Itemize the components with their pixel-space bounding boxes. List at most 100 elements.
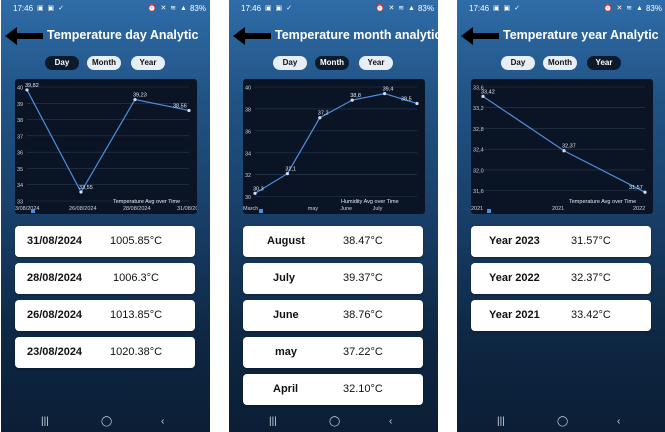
y-tick-label: 32,4 [473,148,484,154]
back-arrow-icon[interactable] [461,26,499,46]
card-label: June [273,309,299,321]
back-icon[interactable]: ‹ [617,416,620,427]
list-card[interactable]: August 38.47°C [243,226,423,257]
y-tick-label: 40 [245,86,251,92]
tab-day[interactable]: Day [501,56,535,70]
card-label: July [273,272,296,284]
y-tick-label: 33 [17,200,23,206]
back-icon[interactable]: ‹ [389,416,392,427]
list-card[interactable]: 31/08/2024 1005.85°C [15,226,195,257]
line-chart: 33 34 35 36 37 38 39 40 39,82 33,55 39,23 38,56 3/08… [15,79,197,214]
x-tick-label: 2021 [552,206,564,212]
page-title: Temperature day Analytic [47,28,199,42]
back-arrow-icon[interactable] [233,26,271,46]
list-card[interactable]: April 32.10°C [243,374,423,405]
status-bar: 17:46 ▣ ▣ ✓ ⏰ ✕ ≋ ▲ 83% [457,0,665,16]
card-value: 32.10°C [343,383,383,395]
y-tick-label: 39 [17,102,23,108]
card-value: 37.22°C [343,346,383,358]
list-card[interactable]: 23/08/2024 1020.38°C [15,337,195,368]
back-arrow-icon[interactable] [5,26,43,46]
list-card[interactable]: June 38.76°C [243,300,423,331]
list-card[interactable]: 28/08/2024 1006.3°C [15,263,195,294]
list-card[interactable]: July 39.37°C [243,263,423,294]
y-tick-label: 36 [17,151,23,157]
tab-year[interactable]: Year [587,56,621,70]
status-bar: 17:46 ▣ ▣ ✓ ⏰ ✕ ≋ ▲ 83% [1,0,210,16]
card-label: Year 2023 [489,235,540,247]
x-tick-label: June [340,206,352,212]
home-icon[interactable]: ◯ [329,416,340,427]
data-label: 38,5 [401,96,412,102]
y-tick-label: 32 [245,173,251,179]
list-card[interactable]: 26/08/2024 1013.85°C [15,300,195,331]
x-tick-label: 3/08/2024 [15,206,39,212]
y-tick-label: 36 [245,129,251,135]
list-card[interactable]: Year 2023 31.57°C [471,226,651,257]
data-label: 39,23 [133,93,147,99]
series-line [254,92,418,194]
data-label: 33,55 [79,185,93,191]
data-label: 38,8 [350,93,361,99]
tab-day[interactable]: Day [45,56,79,70]
chart-svg: 31,632,032,432,833,233,633,4232,3731,572… [471,86,647,213]
data-label: 39,82 [25,83,39,89]
battery-icon: 83% [417,4,434,13]
y-tick-label: 32,0 [473,168,484,174]
data-point [187,108,191,113]
tab-month[interactable]: Month [315,56,349,70]
list-card[interactable]: Year 2022 32.37°C [471,263,651,294]
legend-label: Humidity Avg over Time [341,199,399,205]
series-line [26,89,190,194]
card-label: Year 2021 [489,309,540,321]
recent-apps-icon[interactable]: ||| [269,416,277,427]
tab-bar: Day Month Year [229,56,438,70]
card-value: 1006.3°C [113,272,159,284]
card-value: 1013.85°C [110,309,163,321]
legend-label: Temperature Avg over Time [569,199,636,205]
tab-month[interactable]: Month [87,56,121,70]
card-label: August [267,235,305,247]
system-icons: ⏰ ✕ ≋ ▲ [603,5,644,12]
card-label: April [273,383,299,395]
card-label: 26/08/2024 [27,309,83,321]
tab-month[interactable]: Month [543,56,577,70]
tab-year[interactable]: Year [131,56,165,70]
x-tick-label: July [373,206,383,212]
recent-apps-icon[interactable]: ||| [497,416,505,427]
phone-screen-year: 17:46 ▣ ▣ ✓ ⏰ ✕ ≋ ▲ 83% Temperature year… [457,0,665,432]
data-label: 31,57 [629,185,643,191]
notification-icons: ▣ ▣ ✓ [37,5,65,12]
x-tick-label: 31/08/20 [177,206,197,212]
list-card[interactable]: may 37.22°C [243,337,423,368]
chart-svg: 30 32 34 36 38 40 30,3 32,1 37,2 38,8 39,4 38,5 Marc… [243,86,419,213]
y-tick-label: 38 [17,118,23,124]
card-label: 28/08/2024 [27,272,83,284]
data-point [415,101,419,106]
recent-apps-icon[interactable]: ||| [41,416,49,427]
notification-icons: ▣ ▣ ✓ [493,5,521,12]
x-tick-label: may [308,206,319,212]
tab-day[interactable]: Day [273,56,307,70]
tab-year[interactable]: Year [359,56,393,70]
line-chart: 30 32 34 36 38 40 30,3 32,1 37,2 38,8 39,4 38,5 Marc… [243,79,425,214]
home-icon[interactable]: ◯ [101,416,112,427]
home-icon[interactable]: ◯ [557,416,568,427]
chart-svg: 33 34 35 36 37 38 39 40 39,82 33,55 39,23 38,56 3/08… [15,83,197,213]
page-title: Temperature month analytic [275,28,438,42]
y-tick-label: 32,8 [473,127,484,133]
system-icons: ⏰ ✕ ≋ ▲ [375,5,416,12]
line-chart: 31,6 32,0 32,4 32,8 33,2 33,6 33,42 32,37 31,57 2… [471,79,653,214]
card-value: 38.76°C [343,309,383,321]
phone-screen-day: 17:46 ▣ ▣ ✓ ⏰ ✕ ≋ ▲ 83% Temperature day … [1,0,210,432]
list-card[interactable]: Year 2021 33.42°C [471,300,651,331]
card-value: 33.42°C [571,309,611,321]
notification-icons: ▣ ▣ ✓ [265,5,293,12]
card-label: 31/08/2024 [27,235,83,247]
status-time: 17:46 [469,4,490,13]
card-value: 39.37°C [343,272,383,284]
y-tick-label: 34 [245,151,251,157]
back-icon[interactable]: ‹ [161,416,164,427]
data-label: 30,3 [253,186,264,192]
data-label: 37,2 [318,111,329,117]
